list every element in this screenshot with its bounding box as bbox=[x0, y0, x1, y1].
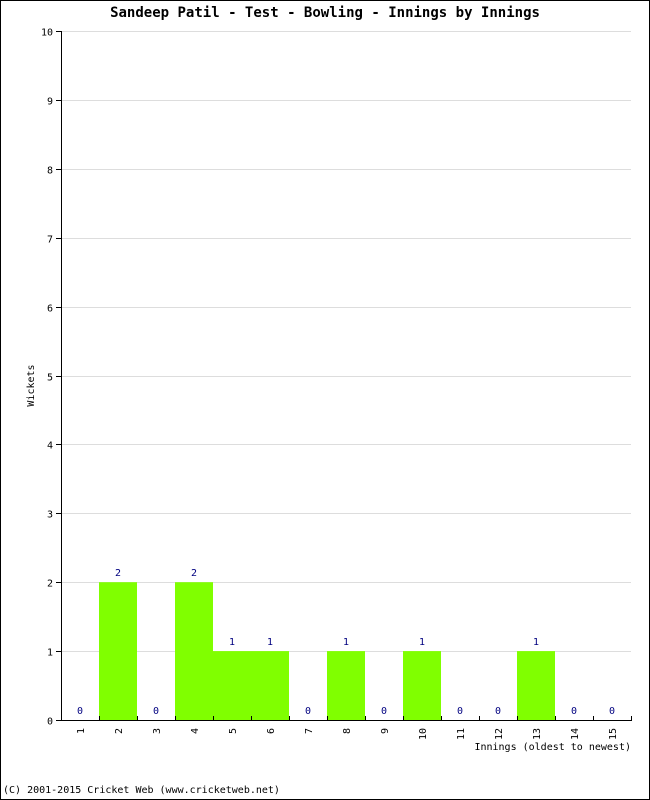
y-tick-label: 7 bbox=[47, 235, 53, 246]
y-tick-label: 0 bbox=[47, 717, 53, 728]
y-tick-label: 2 bbox=[47, 579, 53, 590]
bar-chart: 01234567891002021 101010 010 01 2 3 4 5 6 7 8 9 10 11… bbox=[26, 28, 632, 753]
data-label: 1 bbox=[343, 637, 349, 648]
copyright-footer: (C) 2001-2015 Cricket Web (www.cricketwe… bbox=[3, 785, 280, 796]
data-label: 2 bbox=[191, 568, 197, 579]
data-label: 1 bbox=[419, 637, 425, 648]
x-axis-label: Innings (oldest to newest) bbox=[474, 742, 631, 753]
x-tick-label: 7 bbox=[304, 728, 315, 734]
bar bbox=[517, 651, 555, 720]
x-tick-label: 6 bbox=[266, 728, 277, 734]
data-label: 0 bbox=[153, 706, 159, 717]
y-tick-label: 9 bbox=[47, 97, 53, 108]
data-label: 1 bbox=[267, 637, 273, 648]
bar bbox=[175, 582, 213, 720]
data-label: 1 bbox=[533, 637, 539, 648]
y-tick-label: 1 bbox=[47, 648, 53, 659]
chart-frame: Sandeep Patil - Test - Bowling - Innings… bbox=[0, 0, 650, 800]
x-tick-label: 2 bbox=[114, 728, 125, 734]
data-label: 2 bbox=[115, 568, 121, 579]
data-label: 0 bbox=[609, 706, 615, 717]
x-tick-label: 8 bbox=[342, 728, 353, 734]
bar bbox=[327, 651, 365, 720]
x-tick-label: 13 bbox=[532, 728, 543, 740]
y-tick-label: 3 bbox=[47, 510, 53, 521]
y-tick-label: 10 bbox=[41, 28, 53, 39]
y-tick-label: 5 bbox=[47, 373, 53, 384]
y-tick-label: 4 bbox=[47, 441, 53, 452]
bar bbox=[99, 582, 137, 720]
bar bbox=[403, 651, 441, 720]
data-label: 0 bbox=[495, 706, 501, 717]
y-axis-label: Wickets bbox=[26, 364, 37, 406]
x-tick-label: 12 bbox=[494, 728, 505, 740]
x-tick-label: 1 bbox=[76, 728, 87, 734]
bar bbox=[251, 651, 289, 720]
x-tick-label: 4 bbox=[190, 728, 201, 734]
data-label: 0 bbox=[381, 706, 387, 717]
data-label: 0 bbox=[571, 706, 577, 717]
x-tick-label: 9 bbox=[380, 728, 391, 734]
x-tick-label: 15 bbox=[608, 728, 619, 740]
x-tick-label: 5 bbox=[228, 728, 239, 734]
data-label: 0 bbox=[457, 706, 463, 717]
bar bbox=[213, 651, 251, 720]
y-tick-label: 8 bbox=[47, 166, 53, 177]
data-label: 0 bbox=[77, 706, 83, 717]
data-label: 0 bbox=[305, 706, 311, 717]
x-tick-label: 11 bbox=[456, 728, 467, 740]
x-tick-label: 3 bbox=[152, 728, 163, 734]
y-tick-label: 6 bbox=[47, 304, 53, 315]
x-tick-label: 10 bbox=[418, 728, 429, 740]
data-label: 1 bbox=[229, 637, 235, 648]
x-tick-label: 14 bbox=[570, 728, 581, 740]
